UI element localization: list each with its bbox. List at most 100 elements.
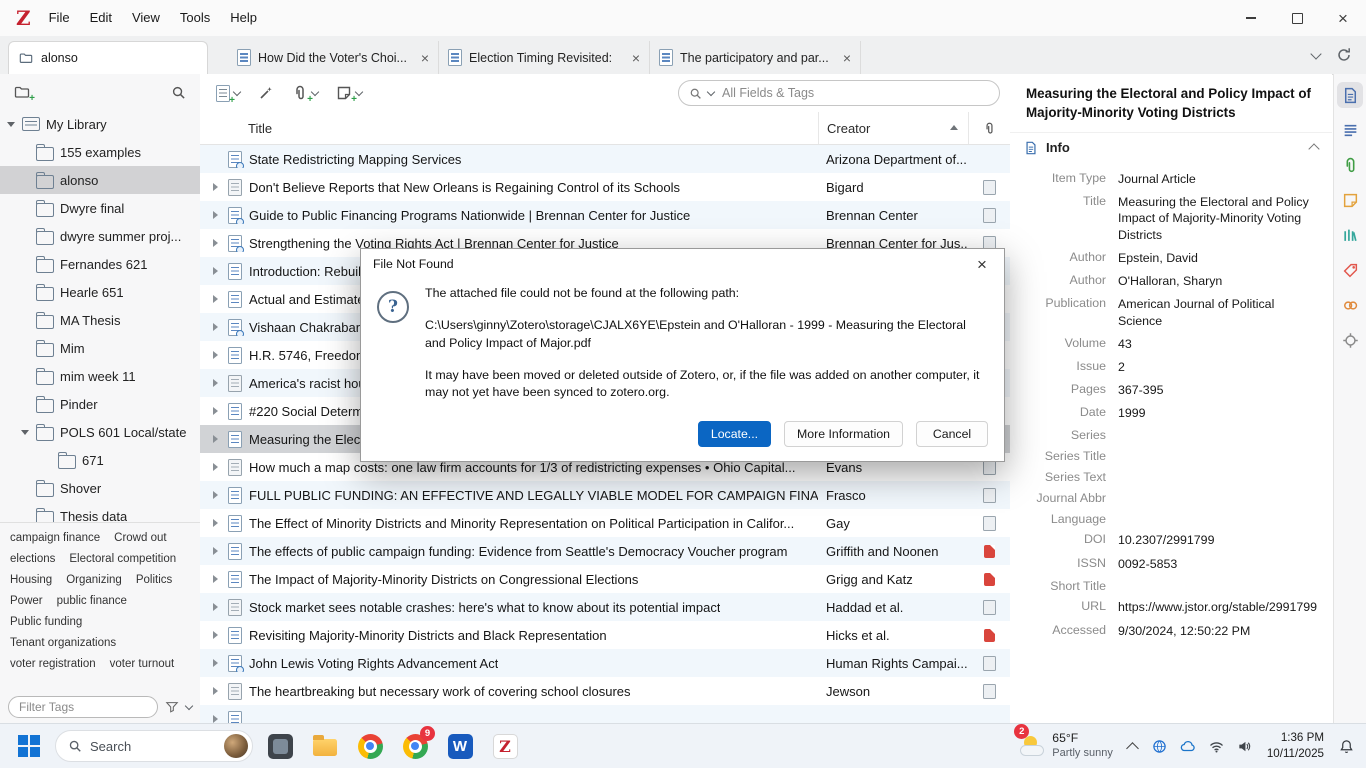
field-value[interactable]	[1118, 579, 1320, 593]
sidenav-libraries-icon[interactable]	[1337, 222, 1363, 248]
minimize-button[interactable]	[1228, 0, 1274, 36]
tag-options-chevron-icon[interactable]	[184, 701, 194, 710]
collection-item[interactable]: Hearle 651	[0, 278, 200, 306]
new-note-button[interactable]	[336, 85, 364, 105]
search-box[interactable]	[678, 80, 1000, 106]
tag[interactable]: Crowd out	[114, 532, 166, 544]
field-value[interactable]: Epstein, David	[1118, 250, 1320, 266]
tag[interactable]: campaign finance	[10, 532, 100, 544]
collection-item[interactable]: My Library	[0, 110, 200, 138]
row-expand-chevron-icon[interactable]	[213, 295, 221, 303]
sidenav-attachments-icon[interactable]	[1337, 152, 1363, 178]
tab-close-icon[interactable]	[421, 50, 429, 66]
field-value[interactable]: 0092-5853	[1118, 556, 1320, 572]
library-tab[interactable]: alonso	[8, 41, 208, 74]
item-row[interactable]: The heartbreaking but necessary work of …	[200, 677, 1010, 705]
row-expand-chevron-icon[interactable]	[213, 351, 221, 359]
document-tab[interactable]: The participatory and par...	[650, 41, 861, 74]
field-value[interactable]: Journal Article	[1118, 171, 1320, 187]
field-value[interactable]: 1999	[1118, 405, 1320, 421]
onedrive-cloud-icon[interactable]	[1180, 738, 1196, 754]
item-row[interactable]: FULL PUBLIC FUNDING: AN EFFECTIVE AND LE…	[200, 481, 1010, 509]
collection-item[interactable]: alonso	[0, 166, 200, 194]
start-button[interactable]	[16, 728, 46, 764]
item-row[interactable]: Guide to Public Financing Programs Natio…	[200, 201, 1010, 229]
collection-item[interactable]: Thesis data	[0, 502, 200, 522]
taskbar-weather[interactable]: 2 65°F Partly sunny	[1014, 724, 1113, 760]
taskbar-word[interactable]	[442, 728, 478, 764]
row-expand-chevron-icon[interactable]	[213, 491, 221, 499]
collection-item[interactable]: Fernandes 621	[0, 250, 200, 278]
menu-item[interactable]: Tools	[170, 0, 220, 36]
sidenav-notes-icon[interactable]	[1337, 187, 1363, 213]
tag[interactable]: Power	[10, 595, 43, 607]
sidenav-tags-icon[interactable]	[1337, 257, 1363, 283]
taskbar-zotero[interactable]	[487, 728, 523, 764]
row-expand-chevron-icon[interactable]	[213, 323, 221, 331]
sidenav-info-icon[interactable]	[1337, 82, 1363, 108]
row-expand-chevron-icon[interactable]	[213, 519, 221, 527]
new-collection-button[interactable]	[14, 84, 35, 104]
row-expand-chevron-icon[interactable]	[213, 687, 221, 695]
row-expand-chevron-icon[interactable]	[213, 463, 221, 471]
tag[interactable]: voter turnout	[110, 658, 175, 670]
tag[interactable]: Public funding	[10, 616, 82, 628]
taskbar-app-dark[interactable]	[262, 728, 298, 764]
menu-item[interactable]: Edit	[80, 0, 122, 36]
add-by-identifier-button[interactable]	[258, 85, 274, 101]
row-expand-chevron-icon[interactable]	[213, 407, 221, 415]
row-expand-chevron-icon[interactable]	[213, 183, 221, 191]
taskbar-chrome-profile[interactable]: 9	[397, 726, 435, 764]
column-header-creator[interactable]: Creator	[818, 112, 968, 144]
column-header-title[interactable]: Title	[200, 112, 818, 144]
menu-item[interactable]: File	[39, 0, 80, 36]
row-expand-chevron-icon[interactable]	[213, 631, 221, 639]
item-row[interactable]: The effects of public campaign funding: …	[200, 537, 1010, 565]
search-highlight-icon[interactable]	[224, 734, 248, 758]
row-expand-chevron-icon[interactable]	[213, 239, 221, 247]
collection-expand-chevron-icon[interactable]	[20, 430, 30, 435]
tag[interactable]: Organizing	[66, 574, 122, 586]
notification-bell-icon[interactable]	[1339, 739, 1354, 754]
menu-item[interactable]: View	[122, 0, 170, 36]
more-information-button[interactable]: More Information	[784, 421, 903, 447]
info-section-header[interactable]: Info	[1010, 131, 1332, 163]
row-expand-chevron-icon[interactable]	[213, 211, 221, 219]
row-expand-chevron-icon[interactable]	[213, 603, 221, 611]
menu-item[interactable]: Help	[220, 0, 267, 36]
field-value[interactable]	[1118, 428, 1320, 442]
volume-icon[interactable]	[1237, 739, 1252, 754]
filter-tags-input[interactable]	[8, 696, 158, 718]
item-row[interactable]: State Redistricting Mapping Services Ari…	[200, 145, 1010, 173]
collection-item[interactable]: 155 examples	[0, 138, 200, 166]
taskbar-search[interactable]: Search	[55, 730, 253, 762]
item-row[interactable]: Revisiting Majority-Minority Districts a…	[200, 621, 1010, 649]
tag-filter-funnel-icon[interactable]	[165, 700, 179, 714]
tag[interactable]: Politics	[136, 574, 172, 586]
tag[interactable]: Tenant organizations	[10, 637, 116, 649]
collection-item[interactable]: Shover	[0, 474, 200, 502]
collection-item[interactable]: dwyre summer proj...	[0, 222, 200, 250]
search-scope-chevron-icon[interactable]	[706, 87, 716, 96]
tag[interactable]: Housing	[10, 574, 52, 586]
field-value[interactable]: https://www.jstor.org/stable/2991799	[1118, 599, 1320, 615]
row-expand-chevron-icon[interactable]	[213, 575, 221, 583]
item-row[interactable]: The Effect of Minority Districts and Min…	[200, 509, 1010, 537]
taskbar-file-explorer[interactable]	[307, 728, 343, 764]
row-expand-chevron-icon[interactable]	[213, 715, 221, 723]
field-value[interactable]	[1118, 491, 1320, 505]
field-value[interactable]: 367-395	[1118, 382, 1320, 398]
field-value[interactable]	[1118, 449, 1320, 463]
row-expand-chevron-icon[interactable]	[213, 659, 221, 667]
tag[interactable]: elections	[10, 553, 55, 565]
field-value[interactable]: 43	[1118, 336, 1320, 352]
close-button[interactable]	[1320, 0, 1366, 36]
field-value[interactable]: 10.2307/2991799	[1118, 532, 1320, 548]
new-attachment-button[interactable]	[292, 85, 320, 105]
field-value[interactable]: American Journal of Political Science	[1118, 296, 1320, 329]
row-expand-chevron-icon[interactable]	[213, 379, 221, 387]
collection-item[interactable]: 671	[0, 446, 200, 474]
sidenav-related-icon[interactable]	[1337, 292, 1363, 318]
column-header-attachment[interactable]	[968, 112, 1010, 144]
locate-button[interactable]: Locate...	[697, 421, 772, 447]
